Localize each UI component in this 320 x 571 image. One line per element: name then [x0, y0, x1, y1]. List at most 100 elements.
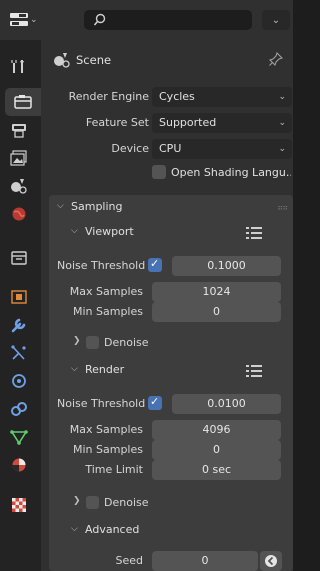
tool-tab[interactable]	[5, 52, 33, 80]
editor-header: ⌄ ⌄	[0, 0, 293, 40]
viewport-denoise-row[interactable]: ❯ Denoise	[41, 332, 293, 354]
seed-row: Seed 0	[41, 550, 293, 571]
sampling-title: Sampling	[71, 200, 123, 213]
render-tab[interactable]	[5, 88, 41, 116]
viewport-noise-threshold-row: Noise Threshold 0.1000	[41, 255, 293, 277]
view-layer-tab[interactable]	[5, 144, 33, 172]
max-samples-field[interactable]: 1024	[152, 282, 281, 302]
max-samples-label: Max Samples	[69, 285, 143, 298]
render-title: Render	[85, 363, 125, 376]
physics-tab[interactable]	[5, 367, 33, 395]
chevron-down-icon: ⌄	[30, 15, 38, 25]
advanced-subheader[interactable]: ⌵ Advanced	[49, 518, 293, 542]
chevron-down-icon: ⌄	[278, 92, 286, 102]
chevron-down-icon: ⌵	[71, 364, 78, 374]
viewport-subheader[interactable]: ⌵ Viewport	[49, 220, 293, 244]
texture-icon	[12, 498, 26, 512]
min-samples-value: 0	[213, 305, 220, 318]
denoise-checkbox[interactable]	[86, 336, 99, 349]
material-icon	[12, 458, 26, 472]
device-label: Device	[111, 142, 149, 155]
render-engine-value: Cycles	[159, 90, 195, 103]
presets-icon[interactable]	[246, 364, 262, 378]
constraint-icon	[11, 402, 27, 416]
options-dropdown[interactable]: ⌄	[262, 10, 290, 30]
render-min-samples-row: Min Samples 0	[41, 439, 293, 461]
min-samples-field[interactable]: 0	[152, 302, 281, 322]
context-label: Scene	[76, 53, 112, 67]
feature-set-row: Feature Set Supported ⌄	[41, 112, 293, 134]
advanced-title: Advanced	[85, 523, 140, 536]
chevron-down-icon: ⌵	[71, 226, 78, 236]
search-input[interactable]	[84, 10, 252, 30]
chevron-down-icon: ⌄	[278, 118, 286, 128]
collection-icon	[11, 251, 27, 265]
seed-field[interactable]: 0	[152, 551, 258, 571]
noise-threshold-value: 0.1000	[207, 259, 246, 272]
context-path: Scene	[41, 40, 293, 78]
viewport-max-samples-row: Max Samples 1024	[41, 281, 293, 303]
properties-panel: Scene Render Engine Cycles ⌄ Feature Set…	[41, 40, 293, 571]
world-tab[interactable]	[5, 200, 33, 228]
material-tab[interactable]	[5, 451, 33, 479]
device-dropdown[interactable]: CPU ⌄	[152, 139, 292, 159]
particles-tab[interactable]	[5, 339, 33, 367]
presets-icon[interactable]	[246, 226, 262, 240]
render-max-samples-row: Max Samples 4096	[41, 419, 293, 441]
noise-threshold-value: 0.0100	[207, 397, 246, 410]
render-denoise-row[interactable]: ❯ Denoise	[41, 492, 293, 514]
time-limit-field[interactable]: 0 sec	[152, 460, 281, 480]
osl-checkbox[interactable]	[152, 165, 166, 179]
data-tab[interactable]	[5, 423, 33, 451]
scene-icon	[11, 179, 27, 194]
min-samples-value: 0	[213, 443, 220, 456]
chevron-down-icon: ⌄	[278, 144, 286, 154]
wrench-icon	[11, 318, 26, 333]
editor-type-button[interactable]: ⌄	[8, 10, 42, 30]
denoise-checkbox[interactable]	[86, 496, 99, 509]
render-engine-dropdown[interactable]: Cycles ⌄	[152, 87, 292, 107]
pin-icon[interactable]	[269, 52, 283, 66]
drag-handle-icon[interactable]: ⠶⠶	[277, 203, 288, 212]
sampling-header[interactable]: ⌵ Sampling ⠶⠶	[49, 195, 293, 219]
render-engine-row: Render Engine Cycles ⌄	[41, 86, 293, 108]
feature-set-dropdown[interactable]: Supported ⌄	[152, 113, 292, 133]
device-value: CPU	[159, 142, 182, 155]
image-icon	[10, 150, 27, 166]
world-icon	[12, 207, 26, 221]
chevron-right-icon: ❯	[73, 336, 81, 346]
max-samples-value: 1024	[202, 285, 231, 298]
device-row: Device CPU ⌄	[41, 138, 293, 160]
noise-threshold-field[interactable]: 0.0100	[172, 394, 281, 414]
scene-tab[interactable]	[5, 172, 33, 200]
chevron-right-icon: ❯	[73, 496, 81, 506]
min-samples-field[interactable]: 0	[152, 440, 281, 460]
use-animated-seed-button[interactable]	[260, 551, 282, 571]
texture-tab[interactable]	[5, 491, 33, 519]
max-samples-field[interactable]: 4096	[152, 420, 281, 440]
scene-icon	[54, 53, 70, 68]
render-subheader[interactable]: ⌵ Render	[49, 358, 293, 382]
noise-threshold-checkbox[interactable]	[148, 395, 162, 410]
denoise-label: Denoise	[104, 336, 149, 349]
chevron-down-icon: ⌵	[71, 524, 78, 534]
noise-threshold-checkbox[interactable]	[148, 257, 162, 272]
seed-value: 0	[201, 554, 209, 567]
min-samples-label: Min Samples	[73, 305, 143, 318]
modifiers-tab[interactable]	[5, 311, 33, 339]
noise-threshold-field[interactable]: 0.1000	[172, 256, 281, 276]
time-limit-label: Time Limit	[85, 463, 143, 476]
properties-tabs	[0, 40, 41, 571]
printer-icon	[12, 124, 26, 138]
object-tab[interactable]	[5, 283, 33, 311]
viewport-min-samples-row: Min Samples 0	[41, 301, 293, 323]
min-samples-label: Min Samples	[73, 443, 143, 456]
noise-threshold-label: Noise Threshold	[57, 259, 146, 272]
feature-set-value: Supported	[159, 116, 217, 129]
constraints-tab[interactable]	[5, 395, 33, 423]
output-tab[interactable]	[5, 116, 33, 144]
physics-icon	[12, 374, 26, 388]
collection-tab[interactable]	[5, 244, 33, 272]
properties-editor-icon	[10, 13, 28, 26]
max-samples-value: 4096	[202, 423, 231, 436]
